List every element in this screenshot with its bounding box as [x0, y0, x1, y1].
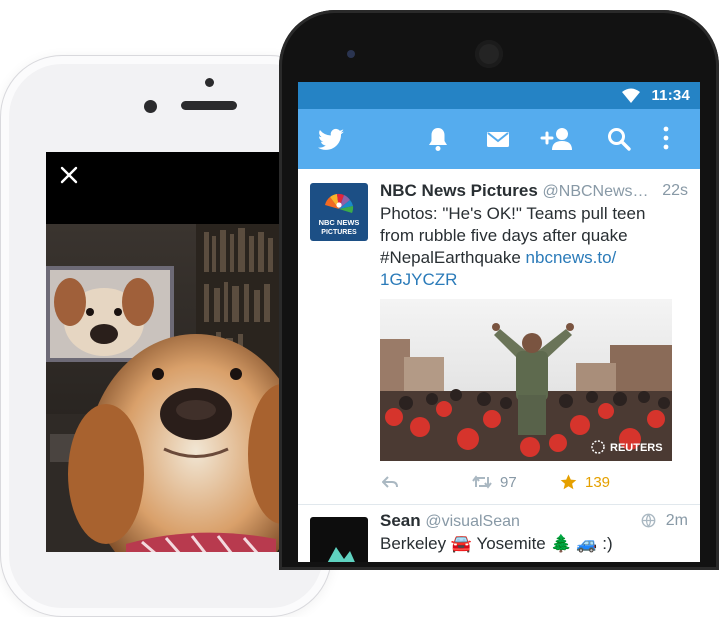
star-icon: [560, 474, 577, 490]
notifications-bell-icon[interactable]: [426, 125, 450, 153]
reply-icon: [382, 476, 398, 488]
app-bar: [298, 109, 700, 169]
more-vert-icon[interactable]: [660, 125, 672, 153]
photo-viewer-screen: [46, 152, 286, 552]
avatar[interactable]: [310, 517, 368, 562]
tweet-author-name: NBC News Pictures: [380, 181, 538, 200]
tweet-author-name: Sean: [380, 511, 421, 530]
avatar-label: PICTURES: [321, 229, 357, 236]
add-user-icon[interactable]: [540, 125, 574, 153]
dog-selfie-photo[interactable]: [46, 224, 286, 552]
tweet-author[interactable]: Sean @visualSean: [380, 511, 520, 531]
status-bar: 11:34: [298, 82, 700, 109]
android-earpiece: [475, 40, 503, 68]
retweet-icon: [472, 475, 492, 489]
tweet[interactable]: Sean @visualSean 2m Berkeley 🚘 Yosemite …: [298, 505, 700, 562]
iphone-front-camera: [144, 100, 157, 113]
tweet-media-photo[interactable]: REUTERS: [380, 299, 672, 461]
avatar[interactable]: NBC NEWS PICTURES: [310, 183, 368, 241]
android-front-camera: [347, 50, 355, 58]
tweet[interactable]: NBC NEWS PICTURES NBC News Pictures @NBC…: [298, 169, 700, 505]
tweet-text: Berkeley 🚘 Yosemite 🌲 🚙 :): [380, 534, 613, 553]
messages-icon[interactable]: [485, 125, 511, 153]
iphone-sensor: [205, 78, 214, 87]
twitter-app-screen: 11:34 NBC NEWS PICTURES NBC News Picture…: [298, 82, 700, 562]
tweet-author-handle: @visualSean: [425, 513, 520, 530]
tweet-actions: 97 139: [380, 471, 680, 493]
iphone-speaker: [181, 101, 237, 110]
retweet-button[interactable]: 97: [472, 471, 517, 493]
status-time: 11:34: [651, 87, 690, 104]
search-icon[interactable]: [606, 125, 632, 153]
retweet-count: 97: [500, 473, 517, 491]
twitter-bird-icon[interactable]: [316, 125, 346, 153]
favorite-count: 139: [585, 473, 611, 491]
close-icon[interactable]: [58, 164, 80, 186]
media-credit: REUTERS: [610, 442, 663, 454]
tweet-text: Photos: "He's OK!" Teams pull teen from …: [380, 203, 680, 291]
reply-button[interactable]: [382, 471, 398, 493]
tweet-author[interactable]: NBC News Pictures @NBCNews…: [380, 181, 649, 201]
wifi-icon: [622, 88, 640, 103]
favorite-button[interactable]: 139: [560, 471, 610, 493]
globe-icon: [641, 513, 656, 528]
tweet-timestamp: 22s: [662, 182, 688, 199]
tweet-author-handle: @NBCNews…: [542, 183, 649, 200]
avatar-label: NBC NEWS: [319, 218, 360, 227]
tweet-timestamp: 2m: [665, 512, 688, 529]
